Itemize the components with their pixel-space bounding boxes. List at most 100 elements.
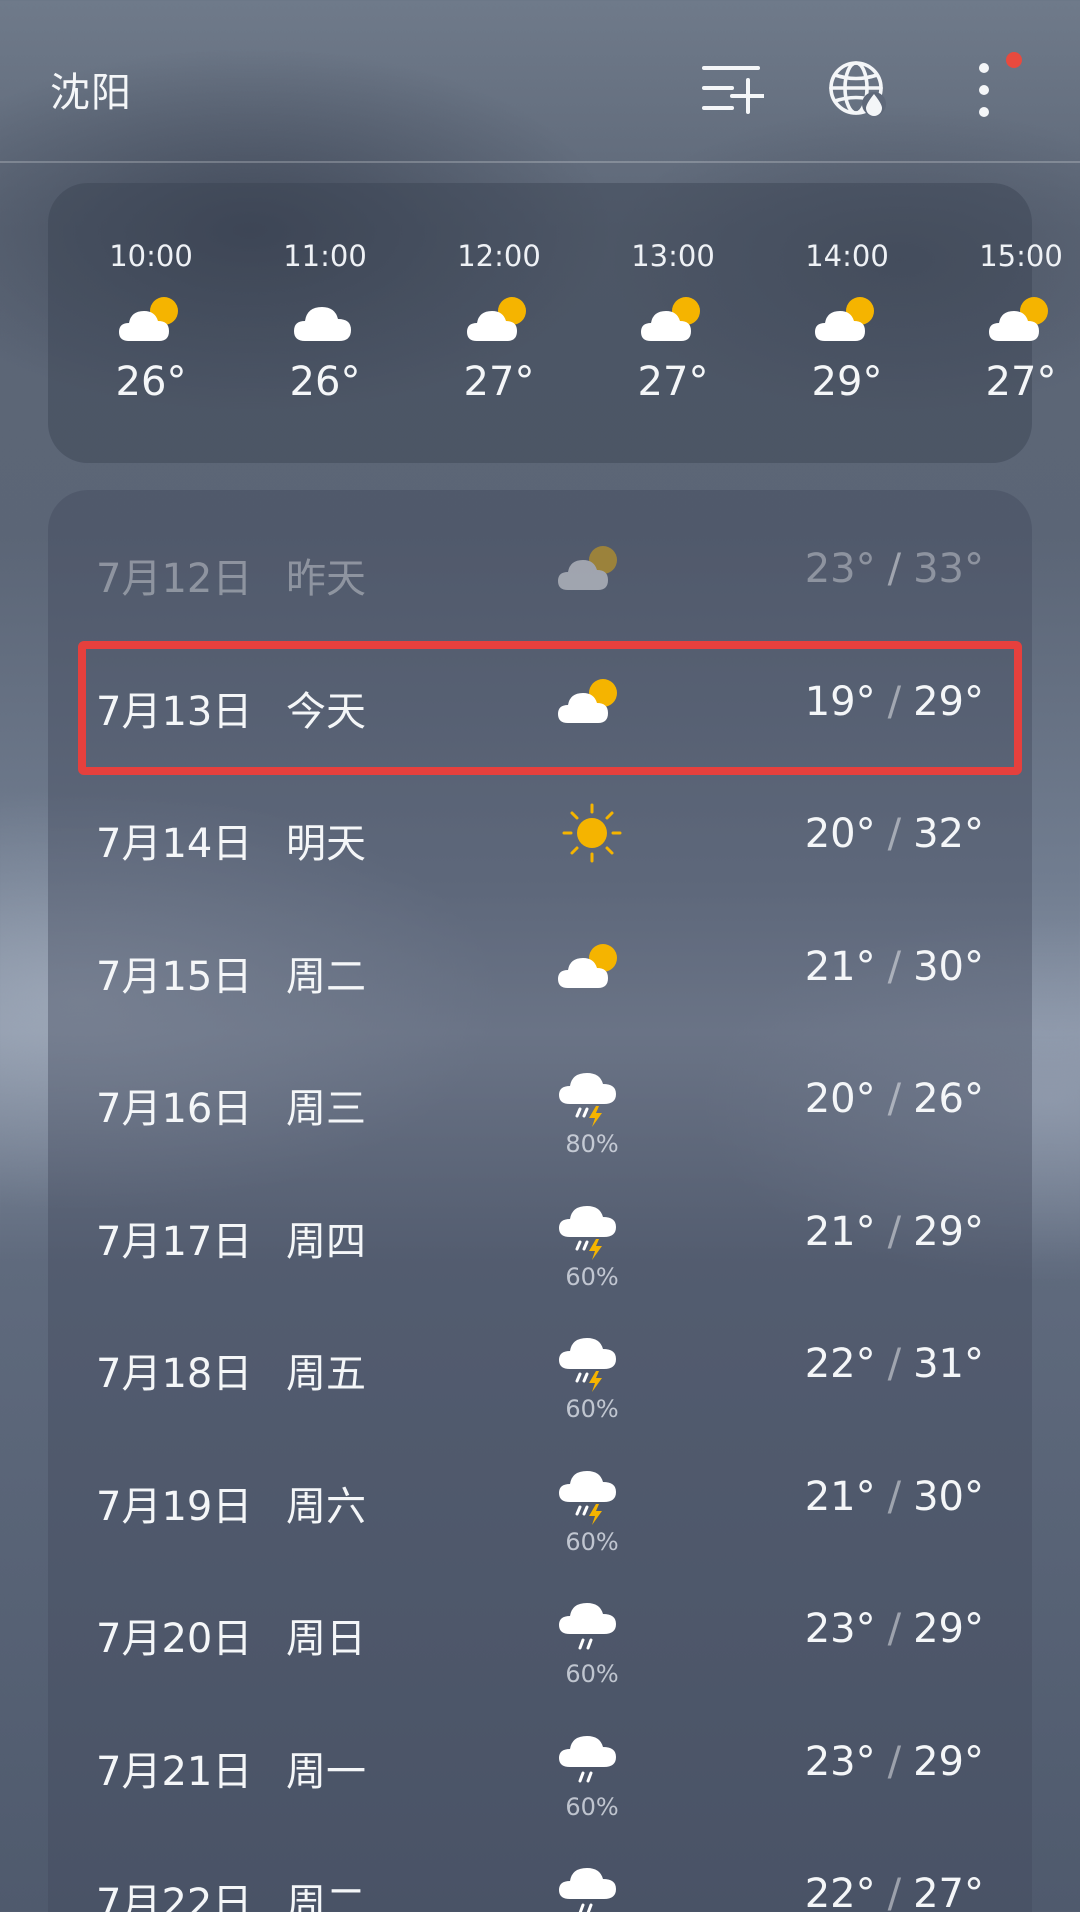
partly-cloudy-icon — [556, 538, 628, 598]
daily-row[interactable]: 7月15日 周二 21°/30° — [48, 902, 1032, 1034]
temp-low: 21° — [804, 1208, 876, 1255]
temp-high: 30° — [913, 1473, 984, 1520]
hourly-forecast-card[interactable]: 10:00 26° 11:00 26° 12:00 27° 13:00 27° … — [48, 183, 1063, 463]
hour-time: 10:00 — [109, 239, 193, 273]
temp-separator: / — [887, 1606, 902, 1652]
daily-temp-range: 22° / 27° — [805, 1871, 984, 1912]
precipitation-probability: 60% — [565, 1395, 619, 1423]
partly-cloudy-icon — [556, 936, 628, 996]
temp-high: 32° — [913, 811, 984, 857]
daily-day-label: 周一 — [286, 1748, 366, 1795]
rain-icon — [556, 1863, 628, 1912]
daily-date: 7月22日 — [96, 1881, 253, 1912]
daily-row[interactable]: 7月22日 周二 22° / 27° — [48, 1829, 1032, 1912]
temp-high: 27° — [913, 1871, 984, 1912]
daily-row[interactable]: 7月14日 明天 20°/32° — [48, 769, 1032, 901]
daily-date: 7月15日 — [96, 953, 253, 1000]
daily-row[interactable]: 7月19日 周六 21°/30° 60% — [48, 1432, 1032, 1564]
precipitation-probability: 60% — [565, 1660, 619, 1688]
daily-temp-range: 23°/29° — [805, 1606, 984, 1652]
temp-separator: / — [887, 1871, 902, 1912]
daily-temp-range: 22°/31° — [805, 1341, 984, 1387]
daily-date: 7月20日 — [96, 1616, 253, 1662]
temp-low: 23° — [804, 1606, 876, 1652]
daily-row[interactable]: 7月21日 周一 23°/29° 60% — [48, 1697, 1032, 1829]
temp-low: 23° — [804, 546, 876, 592]
rain-icon — [556, 1598, 628, 1658]
temp-separator: / — [887, 1473, 902, 1520]
daily-date: 7月19日 — [96, 1483, 253, 1530]
hourly-item: 10:00 26° — [81, 183, 221, 463]
top-bar: 沈阳 — [0, 0, 1080, 163]
temp-separator: / — [887, 811, 902, 857]
temp-high: 29° — [913, 1606, 984, 1652]
hourly-item: 11:00 26° — [255, 183, 395, 463]
daily-day-label: 周二 — [286, 953, 366, 1000]
hour-temp: 29° — [811, 359, 883, 405]
hourly-item: 15:00 27° — [951, 183, 1080, 463]
temp-low: 21° — [804, 1473, 876, 1520]
globe-icon[interactable] — [826, 58, 890, 122]
temp-separator: / — [887, 1076, 902, 1122]
rain-icon — [556, 1731, 628, 1791]
partly-cloudy-icon — [987, 289, 1059, 347]
temp-low: 23° — [804, 1738, 876, 1785]
partly-cloudy-icon — [117, 289, 189, 347]
hourly-item: 14:00 29° — [777, 183, 917, 463]
temp-low: 20° — [804, 1076, 876, 1122]
daily-date: 7月21日 — [96, 1748, 253, 1795]
city-name[interactable]: 沈阳 — [50, 60, 132, 118]
daily-temp-range: 20°/32° — [805, 811, 984, 857]
temp-separator: / — [887, 1208, 902, 1255]
precipitation-probability: 80% — [565, 1130, 619, 1158]
hour-time: 11:00 — [283, 239, 367, 273]
daily-date: 7月14日 — [96, 821, 253, 867]
daily-day-label: 周二 — [286, 1881, 366, 1912]
hour-temp: 26° — [115, 359, 187, 405]
daily-temp-range: 20°/26° — [805, 1076, 984, 1122]
temp-high: 26° — [913, 1076, 984, 1122]
daily-date: 7月12日 — [96, 556, 253, 602]
cloudy-icon — [291, 289, 363, 347]
daily-row[interactable]: 7月16日 周三 20°/26° 80% — [48, 1034, 1032, 1166]
hour-time: 14:00 — [805, 239, 889, 273]
daily-day-label: 周日 — [286, 1616, 366, 1662]
temp-high: 33° — [913, 546, 984, 592]
hour-temp: 27° — [637, 359, 709, 405]
daily-row[interactable]: 7月12日 昨天 23°/33° — [48, 504, 1032, 636]
daily-temp-range: 21°/30° — [805, 944, 984, 990]
precipitation-probability: 60% — [565, 1262, 619, 1291]
hour-temp: 27° — [985, 359, 1057, 405]
hour-temp: 26° — [289, 359, 361, 405]
daily-day-label: 周五 — [286, 1351, 366, 1397]
hour-time: 12:00 — [457, 239, 541, 273]
daily-row[interactable]: 7月18日 周五 22°/31° 60% — [48, 1299, 1032, 1431]
hourly-item: 13:00 27° — [603, 183, 743, 463]
temp-separator: / — [887, 546, 902, 592]
temp-separator: / — [887, 1738, 902, 1785]
daily-day-label: 周三 — [286, 1086, 366, 1132]
more-icon[interactable] — [952, 58, 1016, 122]
daily-temp-range: 21°/30° — [805, 1474, 984, 1520]
thunderstorm-icon — [556, 1466, 628, 1526]
sunny-icon — [556, 803, 628, 863]
temp-high: 31° — [913, 1341, 984, 1387]
daily-temp-range: 23°/33° — [805, 546, 984, 592]
daily-row[interactable]: 7月20日 周日 23°/29° 60% — [48, 1564, 1032, 1696]
thunderstorm-icon — [556, 1201, 628, 1261]
add-list-icon[interactable] — [700, 58, 766, 122]
partly-cloudy-icon — [813, 289, 885, 347]
temp-separator: / — [887, 1341, 902, 1387]
thunderstorm-icon — [556, 1068, 628, 1128]
temp-low: 22° — [804, 1871, 876, 1912]
temp-separator: / — [887, 943, 902, 990]
temp-high: 29° — [913, 1738, 984, 1785]
daily-date: 7月16日 — [96, 1086, 253, 1132]
temp-high: 30° — [913, 943, 984, 990]
precipitation-probability: 60% — [565, 1527, 619, 1556]
daily-day-label: 昨天 — [286, 556, 366, 602]
daily-row[interactable]: 7月17日 周四 21°/29° 60% — [48, 1167, 1032, 1299]
daily-date: 7月18日 — [96, 1351, 253, 1397]
hourly-item: 12:00 27° — [429, 183, 569, 463]
today-highlight-box — [78, 641, 1022, 775]
